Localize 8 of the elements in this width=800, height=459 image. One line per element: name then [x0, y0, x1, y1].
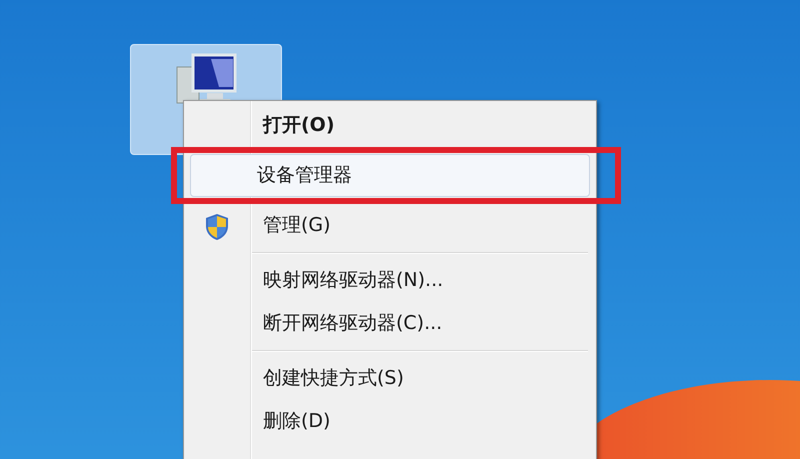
- menu-item[interactable]: 管理(G): [196, 204, 584, 247]
- menu-item[interactable]: 创建快捷方式(S): [196, 357, 584, 400]
- menu-item[interactable]: 设备管理器: [190, 154, 590, 197]
- menu-item[interactable]: 删除(D): [196, 400, 584, 443]
- menu-item[interactable]: 断开网络驱动器(C)...: [196, 302, 584, 345]
- shield-icon: [205, 213, 229, 241]
- menu-item[interactable]: 映射网络驱动器(N)...: [196, 259, 584, 302]
- menu-item[interactable]: 打开(O): [196, 104, 584, 147]
